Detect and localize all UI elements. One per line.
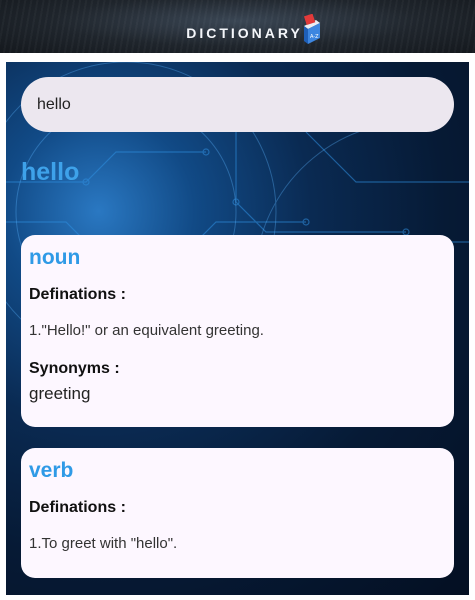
main-content[interactable]: hello hello noun Definations : 1."Hello!… [6,62,469,595]
book-icon: A-Z [303,13,320,44]
definitions-label: Definations : [29,286,126,303]
app-header: DICTIONARY A-Z [0,0,475,53]
part-of-speech: noun [29,246,81,269]
meaning-card-verb: verb Definations : 1.To greet with "hell… [21,448,454,578]
logo-text: DICTIONARY [186,24,303,41]
definition-item: 1.To greet with "hello". [29,535,178,552]
meaning-card-noun: noun Definations : 1."Hello!" or an equi… [21,235,454,427]
word-title: hello [21,158,80,186]
synonyms-label: Synonyms : [29,360,120,377]
definition-item: 1."Hello!" or an equivalent greeting. [29,322,264,339]
definitions-label: Definations : [29,499,126,516]
search-input[interactable]: hello [21,77,454,132]
app-logo: DICTIONARY A-Z [186,13,321,44]
synonyms-value: greeting [29,384,91,403]
book-letters: A-Z [310,34,319,40]
part-of-speech: verb [29,459,74,482]
